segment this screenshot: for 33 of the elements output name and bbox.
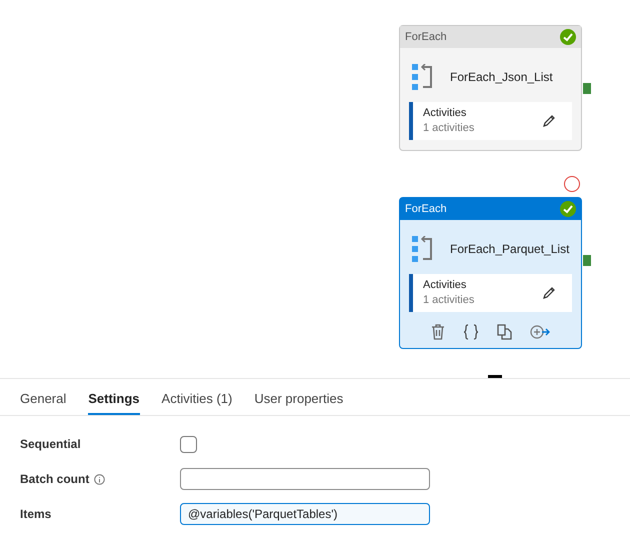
- activities-count: 1 activities: [423, 121, 474, 136]
- activities-label: Activities: [423, 106, 468, 121]
- add-output-icon[interactable]: [530, 325, 550, 339]
- node-type: ForEach: [405, 30, 447, 45]
- tab[interactable]: Activities (1): [162, 379, 232, 415]
- failure-port[interactable]: [564, 176, 580, 192]
- foreach-node[interactable]: ForEach ForEach_Json_List Activities 1 activities: [399, 25, 582, 151]
- foreach-icon: [412, 236, 434, 262]
- foreach-icon: [412, 64, 434, 90]
- trash-icon[interactable]: [431, 324, 445, 340]
- foreach-node[interactable]: ForEach ForEach_Parquet_List Activities 1 activities: [399, 197, 582, 349]
- tab[interactable]: General: [20, 379, 66, 415]
- sequential-checkbox[interactable]: [180, 436, 197, 452]
- activities-card[interactable]: Activities 1 activities: [409, 274, 572, 312]
- pencil-icon[interactable]: [542, 286, 556, 300]
- activities-label: Activities: [423, 278, 468, 293]
- info-icon[interactable]: [94, 474, 106, 484]
- resize-handle[interactable]: [488, 375, 502, 378]
- input-field[interactable]: @variables('ParquetTables'): [180, 503, 430, 525]
- tab[interactable]: Settings: [88, 379, 140, 415]
- tab[interactable]: User properties: [254, 379, 344, 415]
- node-name: ForEach_Parquet_List: [450, 241, 570, 258]
- node-name: ForEach_Json_List: [450, 69, 553, 86]
- activities-count: 1 activities: [423, 293, 474, 308]
- pencil-icon[interactable]: [542, 114, 556, 128]
- copy-icon[interactable]: [497, 324, 512, 340]
- braces-icon[interactable]: [463, 324, 479, 340]
- input-field[interactable]: [180, 468, 430, 490]
- field-label: Batch count: [20, 471, 90, 488]
- field-label: Sequential: [20, 436, 81, 453]
- field-label: Items: [20, 506, 52, 523]
- node-type: ForEach: [405, 202, 447, 217]
- activities-card[interactable]: Activities 1 activities: [409, 102, 572, 140]
